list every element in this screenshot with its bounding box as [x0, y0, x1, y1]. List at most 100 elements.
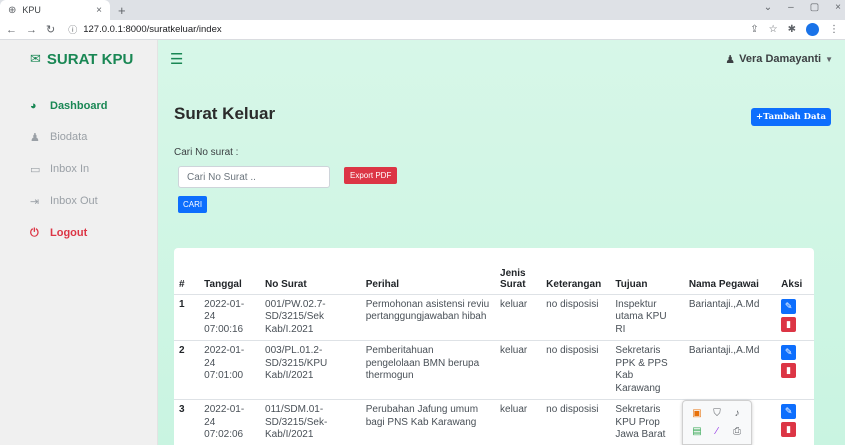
sign-out-icon: ⇥ [30, 195, 40, 208]
minimize-button[interactable]: – [788, 2, 794, 13]
pen-icon[interactable]: ∕ [710, 424, 724, 438]
shield-icon[interactable]: ⛉ [710, 407, 724, 421]
cell-tujuan: Sekretaris KPU Prop Jawa Barat [610, 399, 684, 445]
cell-aksi: ✎ ▮ [776, 340, 814, 400]
cell-aksi: ✎ ▮ [776, 399, 814, 445]
brand[interactable]: ✉ SURAT KPU [0, 40, 157, 78]
globe-icon: ⊕ [8, 4, 17, 16]
cell-keterangan: no disposisi [541, 399, 611, 445]
sidebar-item-label: Inbox In [50, 163, 90, 175]
trash-icon: ▮ [786, 424, 792, 435]
url-field[interactable]: ⓘ 127.0.0.1:8000/suratkeluar/index [68, 23, 221, 36]
sidebar-item-label: Logout [50, 227, 88, 239]
profile-avatar[interactable] [806, 23, 819, 36]
printer-icon[interactable]: ⎙ [730, 424, 744, 438]
trash-icon: ▮ [786, 365, 792, 376]
cell-perihal: Perubahan Jafung umum bagi PNS Kab Karaw… [360, 399, 496, 445]
sidebar-item-inbox-in[interactable]: ▭ Inbox In [0, 159, 157, 179]
cell-keterangan: no disposisi [541, 294, 611, 341]
delete-button[interactable]: ▮ [781, 363, 797, 378]
col-header: Nama Pegawai [683, 248, 777, 295]
cell-num: 1 [174, 294, 200, 341]
cell-no-surat: 003/PL.01.2-SD/3215/KPU Kab/I/2021 [260, 340, 361, 400]
menu-icon[interactable]: ⋮ [829, 24, 839, 35]
caret-down-icon: ▼ [825, 54, 833, 64]
app-icon[interactable]: ▣ [690, 407, 704, 421]
reload-icon[interactable]: ↻ [46, 23, 55, 36]
pencil-icon: ✎ [784, 406, 793, 417]
topbar: ☰ ♟ Vera Damayanti ▼ [158, 40, 845, 78]
new-tab-button[interactable]: + [118, 3, 126, 18]
cell-tanggal: 2022-01-24 07:00:16 [199, 294, 261, 341]
close-tab-icon[interactable]: × [96, 5, 102, 16]
hamburger-icon[interactable]: ☰ [170, 50, 183, 68]
info-icon[interactable]: ⓘ [68, 23, 77, 36]
chevron-down-icon[interactable]: ⌄ [764, 2, 772, 13]
forward-icon[interactable]: → [26, 24, 37, 36]
envelope-icon: ✉ [30, 51, 41, 66]
user-menu[interactable]: ♟ Vera Damayanti ▼ [725, 53, 833, 66]
page-title: Surat Keluar [174, 104, 276, 123]
search-label: Cari No surat : [174, 147, 239, 158]
restore-button[interactable]: ▢ [810, 2, 819, 13]
sidebar-item-label: Biodata [50, 131, 88, 143]
star-icon[interactable]: ☆ [769, 24, 778, 35]
url-text: 127.0.0.1:8000/suratkeluar/index [83, 24, 222, 35]
edit-button[interactable]: ✎ [781, 404, 797, 419]
user-icon: ♟ [725, 53, 736, 66]
speaker-icon[interactable]: ♪ [730, 407, 744, 421]
col-header: Aksi [776, 248, 814, 295]
extensions-icon[interactable]: ✱ [788, 24, 796, 35]
sidebar-item-label: Dashboard [50, 100, 108, 112]
browser-tab-bar: ⊕ KPU × + ⌄ – ▢ × [0, 0, 845, 20]
share-icon[interactable]: ⇪ [750, 24, 758, 35]
tab-title: KPU [22, 5, 41, 15]
col-header: Tanggal [199, 248, 261, 295]
export-pdf-button[interactable]: Export PDF [344, 167, 398, 184]
table-row: 1 2022-01-24 07:00:16 001/PW.02.7-SD/321… [174, 294, 814, 341]
cell-pegawai: Bariantaji.,A.Md [683, 340, 777, 400]
pencil-icon: ✎ [784, 300, 793, 311]
edit-button[interactable]: ✎ [781, 298, 797, 314]
sidebar-item-inbox-out[interactable]: ⇥ Inbox Out [0, 191, 157, 211]
col-header: Perihal [360, 248, 496, 295]
add-data-button[interactable]: +Tambah Data [750, 108, 831, 126]
delete-button[interactable]: ▮ [781, 422, 797, 437]
col-header: Keterangan [541, 248, 611, 295]
col-header: # [174, 248, 200, 295]
search-button[interactable]: CARI [178, 196, 208, 213]
user-icon: ♟ [30, 131, 40, 144]
cell-tujuan: Sekretaris PPK & PPS Kab Karawang [610, 340, 684, 400]
close-window-button[interactable]: × [835, 2, 841, 13]
table-header-row: # Tanggal No Surat Perihal Jenis Surat K… [174, 248, 814, 295]
cell-keterangan: no disposisi [541, 340, 611, 400]
address-bar: ← → ↻ ⓘ 127.0.0.1:8000/suratkeluar/index… [0, 20, 845, 40]
window-controls: ⌄ – ▢ × [764, 2, 841, 13]
power-icon: ⏻ [30, 226, 39, 239]
sidebar-item-dashboard[interactable]: ◕ Dashboard [0, 96, 157, 116]
cell-jenis: keluar [495, 340, 542, 400]
sidebar: ✉ SURAT KPU ◕ Dashboard ♟ Biodata ▭ Inbo… [0, 40, 158, 445]
sidebar-item-biodata[interactable]: ♟ Biodata [0, 127, 157, 147]
cell-num: 3 [174, 399, 200, 445]
browser-tab[interactable]: ⊕ KPU × [0, 0, 110, 20]
cell-tanggal: 2022-01-24 07:02:06 [199, 399, 261, 445]
taskbar-popup: ▣ ⛉ ♪ ▤ ∕ ⎙ [682, 400, 752, 445]
table-row: 2 2022-01-24 07:01:00 003/PL.01.2-SD/321… [174, 340, 814, 400]
col-header: Jenis Surat [495, 248, 542, 295]
cell-no-surat: 001/PW.02.7-SD/3215/Sek Kab/I.2021 [260, 294, 361, 341]
cell-jenis: keluar [495, 294, 542, 341]
cell-pegawai: Bariantaji.,A.Md [683, 294, 777, 341]
back-icon[interactable]: ← [6, 24, 17, 36]
cell-perihal: Permohonan asistensi reviu pertanggungja… [360, 294, 496, 341]
sidebar-item-logout[interactable]: ⏻ Logout [0, 223, 157, 243]
brand-label: SURAT KPU [46, 50, 134, 68]
delete-button[interactable]: ▮ [781, 316, 797, 332]
sidebar-item-label: Inbox Out [50, 195, 98, 207]
note-icon[interactable]: ▤ [690, 424, 704, 438]
trash-icon: ▮ [786, 318, 792, 329]
cell-aksi: ✎ ▮ [776, 294, 814, 341]
cell-jenis: keluar [495, 399, 542, 445]
edit-button[interactable]: ✎ [781, 345, 797, 360]
search-input[interactable]: Cari No Surat .. [178, 166, 330, 188]
